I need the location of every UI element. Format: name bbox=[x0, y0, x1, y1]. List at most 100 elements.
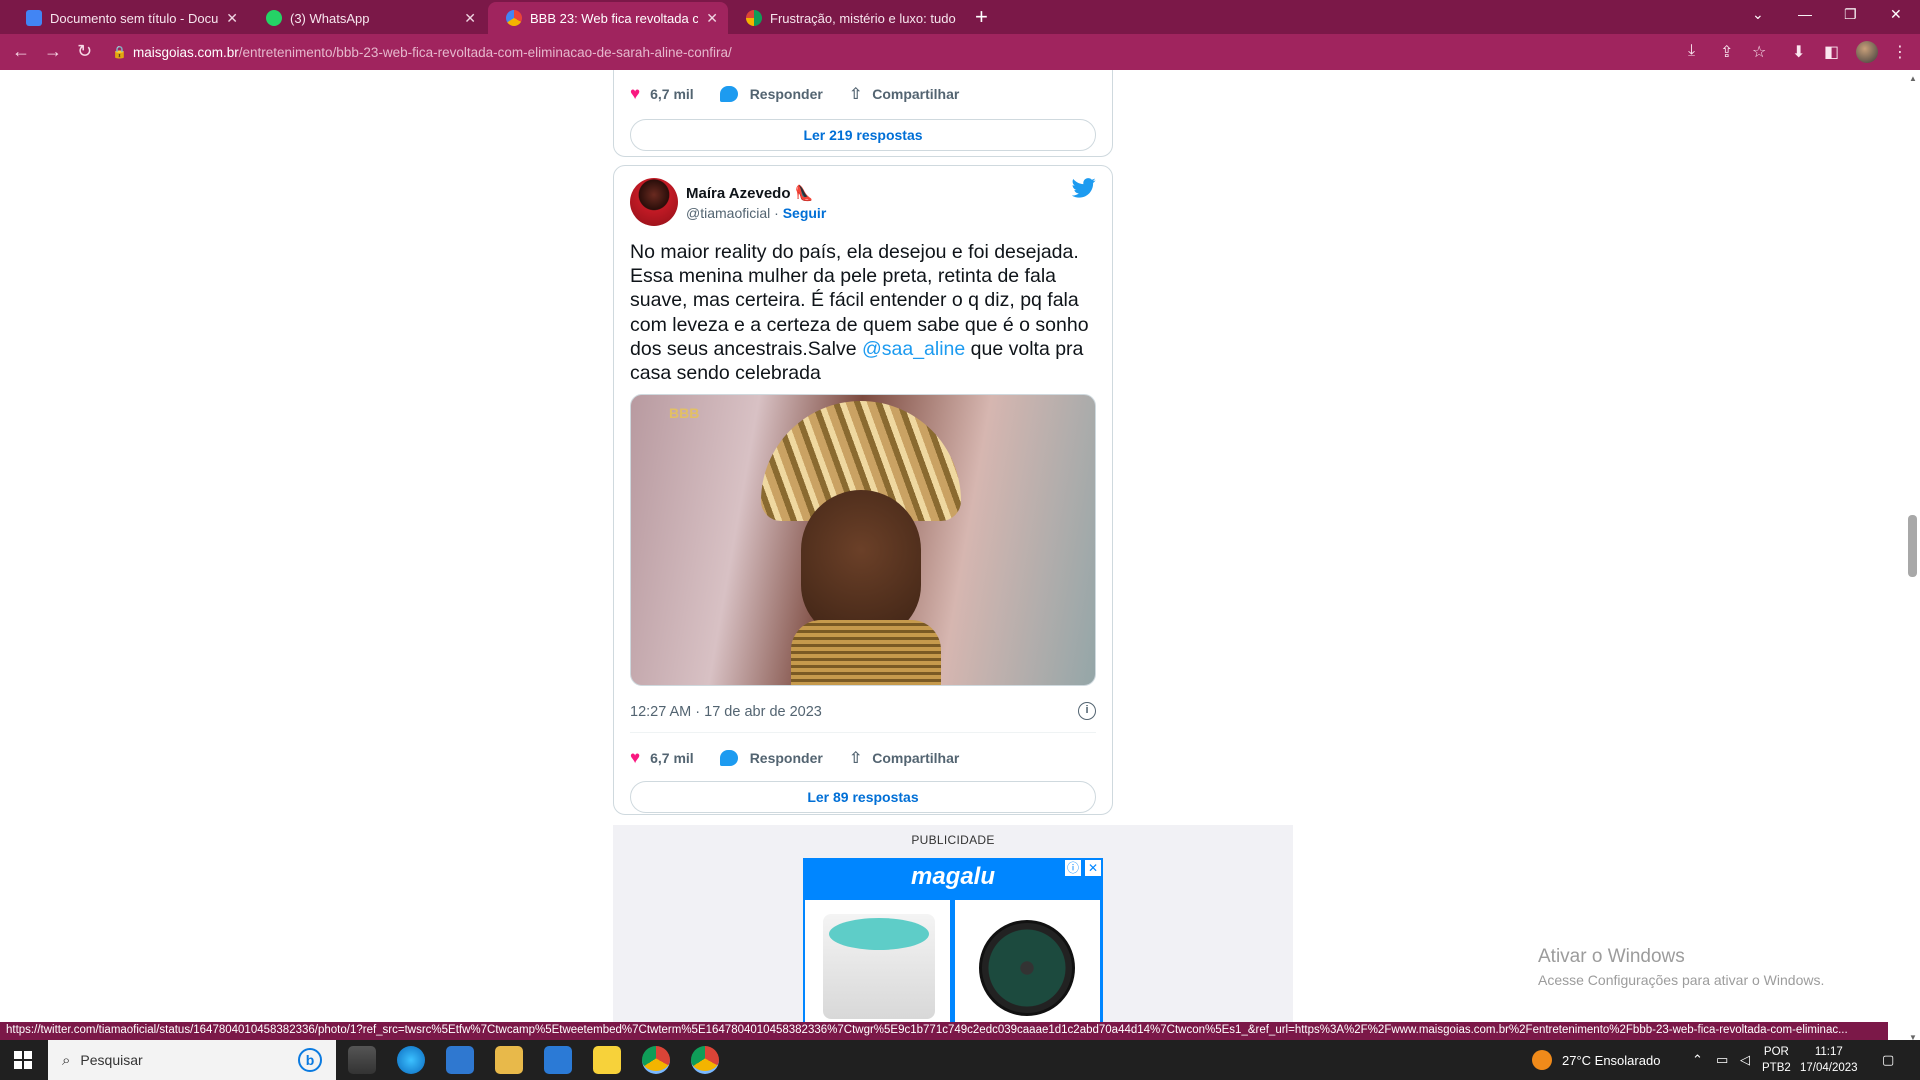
twitter-bird-icon[interactable] bbox=[1072, 178, 1096, 198]
author-handle[interactable]: @tiamaoficial bbox=[686, 205, 770, 221]
photo-necklace bbox=[791, 620, 941, 685]
close-tab-icon[interactable]: ✕ bbox=[226, 10, 238, 27]
downloads-icon[interactable]: ⬇ bbox=[1792, 42, 1805, 62]
tab-frustracao-article[interactable]: Frustração, mistério e luxo: tudo bbox=[728, 2, 966, 34]
tab-title: Frustração, mistério e luxo: tudo bbox=[770, 10, 956, 26]
sticky-notes-icon[interactable] bbox=[593, 1046, 621, 1074]
back-button[interactable]: ← bbox=[12, 42, 30, 60]
close-tab-icon[interactable]: ✕ bbox=[706, 10, 718, 27]
reply-bubble-icon bbox=[719, 86, 738, 102]
ad-product-washer[interactable] bbox=[805, 900, 950, 1022]
forward-button[interactable]: → bbox=[44, 42, 62, 60]
activation-subtitle: Acesse Configurações para ativar o Windo… bbox=[1538, 972, 1825, 988]
bing-icon[interactable]: b bbox=[298, 1048, 322, 1072]
ad-banner[interactable]: magalu ⓘ ✕ bbox=[803, 858, 1103, 1022]
menu-kebab-icon[interactable]: ⋮ bbox=[1892, 42, 1908, 62]
reply-bubble-icon bbox=[719, 750, 738, 766]
tab-title: (3) WhatsApp bbox=[290, 10, 370, 26]
edge-icon[interactable] bbox=[397, 1046, 425, 1074]
divider bbox=[630, 732, 1096, 733]
volume-icon[interactable]: ◁ bbox=[1740, 1040, 1750, 1080]
reply-label: Responder bbox=[749, 750, 823, 766]
chrome-profile-icon[interactable] bbox=[691, 1046, 719, 1074]
address-bar[interactable]: 🔒 maisgoias.com.br/entretenimento/bbb-23… bbox=[108, 39, 1748, 65]
like-count: 6,7 mil bbox=[650, 86, 694, 102]
minimize-button[interactable]: — bbox=[1798, 6, 1812, 22]
activation-title: Ativar o Windows bbox=[1538, 946, 1685, 967]
taskbar-search[interactable]: ⌕ Pesquisar b bbox=[48, 1040, 336, 1080]
mention-link[interactable]: @saa_aline bbox=[862, 338, 965, 360]
install-app-icon[interactable]: ⤓ bbox=[1688, 42, 1695, 60]
ad-product-fan[interactable] bbox=[955, 900, 1100, 1022]
read-replies-button[interactable]: Ler 219 respostas bbox=[630, 119, 1096, 151]
ms-store-icon[interactable] bbox=[446, 1046, 474, 1074]
heart-icon: ♥ bbox=[630, 84, 641, 103]
ad-info-icon[interactable]: ⓘ bbox=[1065, 860, 1081, 876]
language-indicator[interactable]: POR PTB2 bbox=[1762, 1044, 1791, 1076]
tweet-embed-previous: ♥ 6,7 mil Responder ⇧ Compartilhar Ler 2… bbox=[613, 70, 1113, 157]
keyboard-layout: PTB2 bbox=[1762, 1062, 1791, 1074]
share-label: Compartilhar bbox=[872, 750, 960, 766]
reload-button[interactable]: ↻ bbox=[77, 42, 92, 60]
read-replies-button[interactable]: Ler 89 respostas bbox=[630, 781, 1096, 813]
file-explorer-icon[interactable] bbox=[495, 1046, 523, 1074]
google-docs-icon bbox=[26, 10, 42, 26]
bookmark-star-icon[interactable]: ☆ bbox=[1752, 42, 1766, 62]
like-button[interactable]: ♥ 6,7 mil bbox=[630, 748, 694, 768]
mail-icon[interactable] bbox=[544, 1046, 572, 1074]
fan-image bbox=[979, 920, 1075, 1016]
network-icon[interactable]: ▭ bbox=[1716, 1040, 1728, 1080]
task-view-icon[interactable] bbox=[348, 1046, 376, 1074]
tweet-actions: ♥ 6,7 mil Responder ⇧ Compartilhar bbox=[630, 84, 985, 104]
search-placeholder: Pesquisar bbox=[80, 1052, 143, 1068]
high-heel-emoji: 👠 bbox=[794, 185, 814, 202]
share-button[interactable]: ⇧ Compartilhar bbox=[849, 84, 960, 104]
windows-start-icon[interactable] bbox=[14, 1051, 32, 1069]
reply-button[interactable]: Responder bbox=[719, 86, 823, 102]
photo-face bbox=[801, 490, 921, 640]
lock-icon[interactable]: 🔒 bbox=[112, 45, 127, 59]
scroll-up-arrow-icon[interactable]: ▲ bbox=[1909, 74, 1917, 83]
reply-label: Responder bbox=[749, 86, 823, 102]
page-scrollbar[interactable]: ▲ ▼ bbox=[1905, 70, 1920, 1044]
weather-widget[interactable]: 27°C Ensolarado bbox=[1532, 1040, 1660, 1080]
scroll-thumb[interactable] bbox=[1908, 515, 1917, 577]
follow-link[interactable]: Seguir bbox=[783, 205, 827, 221]
tab-search-icon[interactable]: ⌄ bbox=[1752, 6, 1764, 23]
washer-image bbox=[823, 914, 935, 1019]
restore-button[interactable]: ❐ bbox=[1844, 6, 1857, 23]
tab-bbb23-article[interactable]: BBB 23: Web fica revoltada com e ✕ bbox=[488, 2, 728, 34]
clock-date: 17/04/2023 bbox=[1800, 1062, 1858, 1074]
close-tab-icon[interactable]: ✕ bbox=[464, 10, 476, 27]
reply-button[interactable]: Responder bbox=[719, 750, 823, 766]
author-block: Maíra Azevedo 👠 @tiamaoficial · Seguir bbox=[686, 184, 826, 221]
like-button[interactable]: ♥ 6,7 mil bbox=[630, 84, 694, 104]
share-button[interactable]: ⇧ Compartilhar bbox=[849, 748, 960, 768]
tweet-embed: Maíra Azevedo 👠 @tiamaoficial · Seguir No… bbox=[613, 165, 1113, 815]
browser-toolbar: ← → ↻ 🔒 maisgoias.com.br/entretenimento/… bbox=[0, 34, 1920, 70]
chrome-icon[interactable] bbox=[642, 1046, 670, 1074]
notifications-icon[interactable]: ▢ bbox=[1882, 1040, 1894, 1080]
windows-activation-watermark: Ativar o Windows Acesse Configurações pa… bbox=[1538, 946, 1824, 988]
tray-chevron-icon[interactable]: ⌃ bbox=[1692, 1040, 1703, 1080]
info-icon[interactable]: i bbox=[1078, 702, 1096, 720]
close-window-button[interactable]: ✕ bbox=[1890, 6, 1902, 23]
tweet-actions: ♥ 6,7 mil Responder ⇧ Compartilhar bbox=[630, 748, 985, 768]
clock-time: 11:17 bbox=[1814, 1046, 1843, 1058]
link-status-bubble: https://twitter.com/tiamaoficial/status/… bbox=[0, 1022, 1888, 1040]
share-icon: ⇧ bbox=[848, 86, 863, 103]
side-panel-icon[interactable]: ◧ bbox=[1824, 42, 1839, 62]
tab-google-docs[interactable]: Documento sem título - Docume ✕ bbox=[8, 2, 248, 34]
profile-avatar[interactable] bbox=[1856, 41, 1878, 63]
new-tab-button[interactable]: + bbox=[975, 4, 988, 30]
share-label: Compartilhar bbox=[872, 86, 960, 102]
author-avatar[interactable] bbox=[630, 178, 678, 226]
tweet-photo[interactable]: BBB bbox=[630, 394, 1096, 686]
taskbar-clock[interactable]: 11:17 17/04/2023 bbox=[1800, 1044, 1858, 1076]
share-page-icon[interactable]: ⇪ bbox=[1720, 42, 1733, 62]
author-name[interactable]: Maíra Azevedo bbox=[686, 185, 790, 202]
tweet-timestamp[interactable]: 12:27 AM · 17 de abr de 2023 bbox=[630, 704, 822, 720]
tab-whatsapp[interactable]: (3) WhatsApp ✕ bbox=[248, 2, 486, 34]
ad-section: PUBLICIDADE magalu ⓘ ✕ bbox=[613, 825, 1293, 1022]
ad-close-icon[interactable]: ✕ bbox=[1085, 860, 1101, 876]
